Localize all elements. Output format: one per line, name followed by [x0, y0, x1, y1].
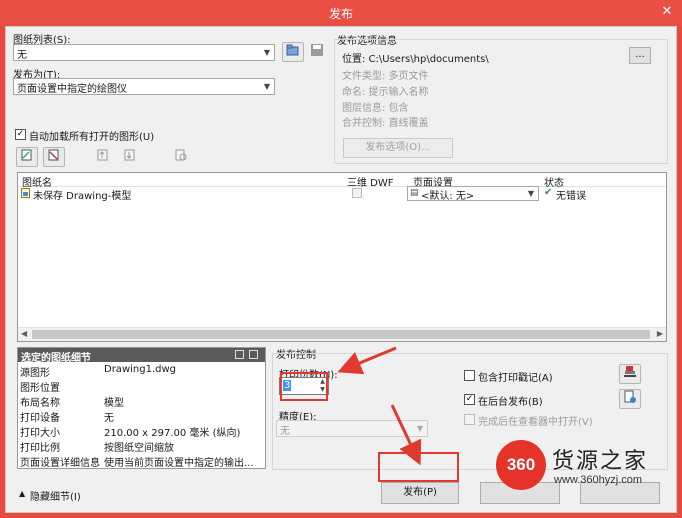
arrow-to-copies	[337, 346, 397, 375]
watermark-url: www.360hyzj.com	[554, 474, 643, 486]
watermark-text: 货源之家	[552, 449, 649, 474]
publish-dialog-window: 发布 ✕ 图纸列表(S): 无 ▼ 发布为(T): 页面设置中指定的绘图仪 ▼ …	[0, 0, 682, 518]
watermark-badge: 360	[496, 440, 546, 490]
arrow-to-publish	[390, 404, 422, 466]
watermark-logo: 360 货源之家 www.360hyzj.com	[496, 438, 680, 494]
